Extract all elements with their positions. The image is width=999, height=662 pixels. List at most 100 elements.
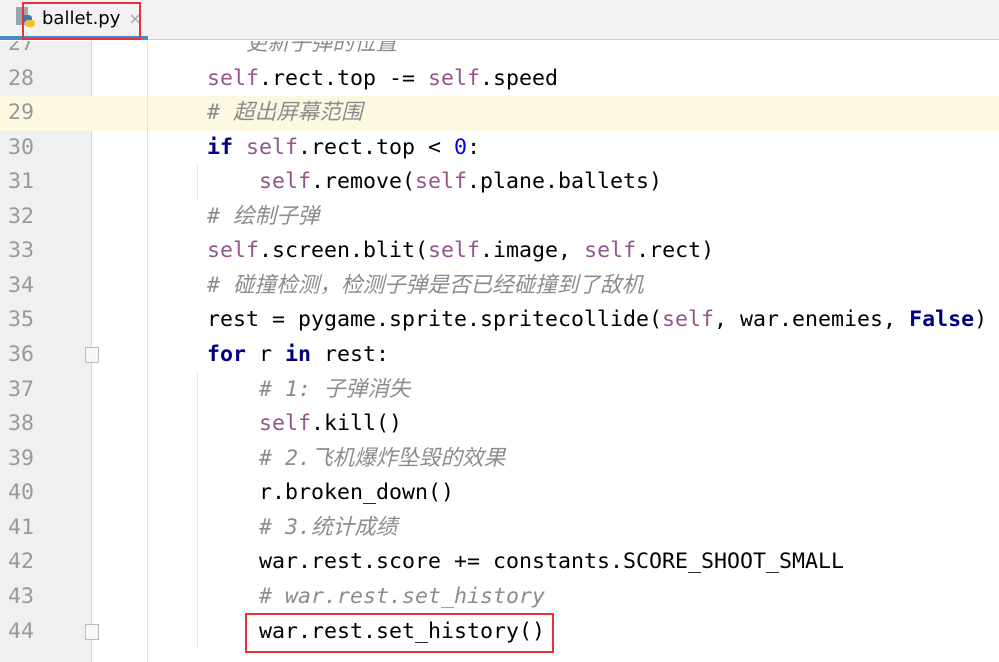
code-token: war.rest.score += constants.SCORE_SHOOT_… bbox=[259, 549, 845, 575]
code-token: # 3.统计成绩 bbox=[259, 514, 398, 540]
code-token: # 1: 子弹消失 bbox=[259, 376, 411, 402]
code-text: for r in rest: bbox=[207, 338, 389, 373]
code-text: self.kill() bbox=[259, 407, 402, 442]
code-token: r bbox=[259, 342, 286, 368]
fold-marker-icon[interactable] bbox=[85, 623, 99, 640]
line-number: 40 bbox=[8, 480, 35, 506]
line-number: 33 bbox=[8, 238, 35, 264]
code-text: # 1: 子弹消失 bbox=[259, 373, 410, 408]
code-token: r.broken_down() bbox=[259, 480, 455, 506]
code-line[interactable]: 41 # 3.统计成绩 bbox=[0, 511, 999, 546]
code-token: .plane.ballets) bbox=[467, 169, 663, 195]
code-token: if bbox=[207, 134, 247, 160]
code-token: .rect.top -= bbox=[259, 65, 429, 91]
code-line[interactable]: 31 self.remove(self.plane.ballets) bbox=[0, 165, 999, 200]
code-token: # 绘制子弹 bbox=[207, 203, 320, 229]
code-text: if self.rect.top < 0: bbox=[207, 131, 480, 166]
code-text: # 碰撞检测，检测子弹是否已经碰撞到了敌机 bbox=[207, 269, 643, 304]
code-token: # 碰撞检测，检测子弹是否已经碰撞到了敌机 bbox=[207, 272, 644, 298]
code-text: # war.rest.set_history bbox=[259, 580, 545, 615]
code-text: """更新子弹的位置""" bbox=[207, 41, 436, 62]
code-line[interactable]: 43 # war.rest.set_history bbox=[0, 580, 999, 615]
line-number: 37 bbox=[8, 376, 35, 402]
code-token: ) bbox=[974, 307, 988, 333]
code-line[interactable]: 37 # 1: 子弹消失 bbox=[0, 373, 999, 408]
code-token: # war.rest.set_history bbox=[259, 583, 546, 609]
code-text: # 2.飞机爆炸坠毁的效果 bbox=[259, 442, 505, 477]
code-token: self bbox=[207, 65, 260, 91]
code-line[interactable]: 27 """更新子弹的位置""" bbox=[0, 41, 999, 62]
fold-marker-icon[interactable] bbox=[85, 347, 99, 364]
code-text: self.screen.blit(self.image, self.rect) bbox=[207, 234, 714, 269]
code-line[interactable]: 38 self.kill() bbox=[0, 407, 999, 442]
code-line[interactable]: 39 # 2.飞机爆炸坠毁的效果 bbox=[0, 442, 999, 477]
line-number: 31 bbox=[8, 169, 35, 195]
code-text: self.remove(self.plane.ballets) bbox=[259, 165, 662, 200]
line-number: 34 bbox=[8, 272, 35, 298]
code-token: self bbox=[207, 238, 260, 264]
code-token: .rect.top < bbox=[298, 134, 455, 160]
code-line[interactable]: 42 war.rest.score += constants.SCORE_SHOO… bbox=[0, 545, 999, 580]
code-line[interactable]: 36 for r in rest: bbox=[0, 338, 999, 373]
code-token: self bbox=[584, 238, 637, 264]
code-line[interactable]: 33 self.screen.blit(self.image, self.rect… bbox=[0, 234, 999, 269]
line-number: 29 bbox=[0, 96, 92, 131]
line-number: 44 bbox=[8, 618, 35, 644]
line-number: 43 bbox=[8, 583, 35, 609]
line-number: 35 bbox=[8, 307, 35, 333]
code-token: .image, bbox=[480, 238, 585, 264]
highlight-box-code bbox=[245, 613, 554, 653]
code-token: self bbox=[428, 65, 481, 91]
code-token: rest: bbox=[324, 342, 390, 368]
code-token: self bbox=[246, 134, 299, 160]
code-line[interactable]: 32 # 绘制子弹 bbox=[0, 200, 999, 235]
code-token: # 超出屏幕范围 bbox=[207, 100, 363, 126]
line-number: 27 bbox=[8, 41, 35, 56]
code-line[interactable]: 40 r.broken_down() bbox=[0, 476, 999, 511]
code-token: for bbox=[207, 342, 260, 368]
code-token: self bbox=[415, 169, 468, 195]
code-token: , war.enemies, bbox=[714, 307, 910, 333]
code-token: .screen.blit( bbox=[259, 238, 429, 264]
code-token: rest = pygame.sprite.spritecollide( bbox=[207, 307, 663, 333]
line-number: 30 bbox=[8, 134, 35, 160]
code-token: 0 bbox=[454, 134, 468, 160]
line-number: 39 bbox=[8, 445, 35, 471]
indent-guide bbox=[197, 372, 198, 650]
line-number: 32 bbox=[8, 203, 35, 229]
code-text: rest = pygame.sprite.spritecollide(self,… bbox=[207, 303, 987, 338]
code-token: .speed bbox=[480, 65, 559, 91]
code-token: False bbox=[909, 307, 975, 333]
code-line[interactable]: 29 # 超出屏幕范围 bbox=[0, 96, 999, 131]
code-token: : bbox=[467, 134, 481, 160]
code-line[interactable]: 30 if self.rect.top < 0: bbox=[0, 131, 999, 166]
line-number: 41 bbox=[8, 514, 35, 540]
line-number: 28 bbox=[8, 65, 35, 91]
code-token: self bbox=[259, 169, 312, 195]
code-token: in bbox=[285, 342, 325, 368]
line-number: 36 bbox=[8, 342, 35, 368]
editor-tab-bar: ballet.py × bbox=[0, 0, 999, 40]
code-token: """更新子弹的位置""" bbox=[207, 41, 437, 56]
code-line[interactable]: 35 rest = pygame.sprite.spritecollide(sel… bbox=[0, 303, 999, 338]
line-number: 42 bbox=[8, 549, 35, 575]
highlight-box-tab bbox=[22, 2, 141, 40]
code-text: # 绘制子弹 bbox=[207, 200, 319, 235]
code-line[interactable]: 28 self.rect.top -= self.speed bbox=[0, 62, 999, 97]
code-text: war.rest.score += constants.SCORE_SHOOT_… bbox=[259, 545, 844, 580]
code-token: self bbox=[428, 238, 481, 264]
code-line[interactable]: 34 # 碰撞检测，检测子弹是否已经碰撞到了敌机 bbox=[0, 269, 999, 304]
code-text: # 超出屏幕范围 bbox=[207, 96, 363, 131]
code-token: .kill() bbox=[311, 411, 403, 437]
code-editor[interactable]: 27 """更新子弹的位置""" 28 self.rect.top -= self.s… bbox=[0, 41, 999, 662]
indent-guide bbox=[147, 41, 148, 662]
code-text: # 3.统计成绩 bbox=[259, 511, 397, 546]
code-token: self bbox=[662, 307, 715, 333]
indent-guide bbox=[197, 165, 198, 200]
code-text: self.rect.top -= self.speed bbox=[207, 62, 558, 97]
line-number: 38 bbox=[8, 411, 35, 437]
code-token: self bbox=[259, 411, 312, 437]
code-text: r.broken_down() bbox=[259, 476, 454, 511]
code-token: .rect) bbox=[636, 238, 715, 264]
code-token: .remove( bbox=[311, 169, 416, 195]
